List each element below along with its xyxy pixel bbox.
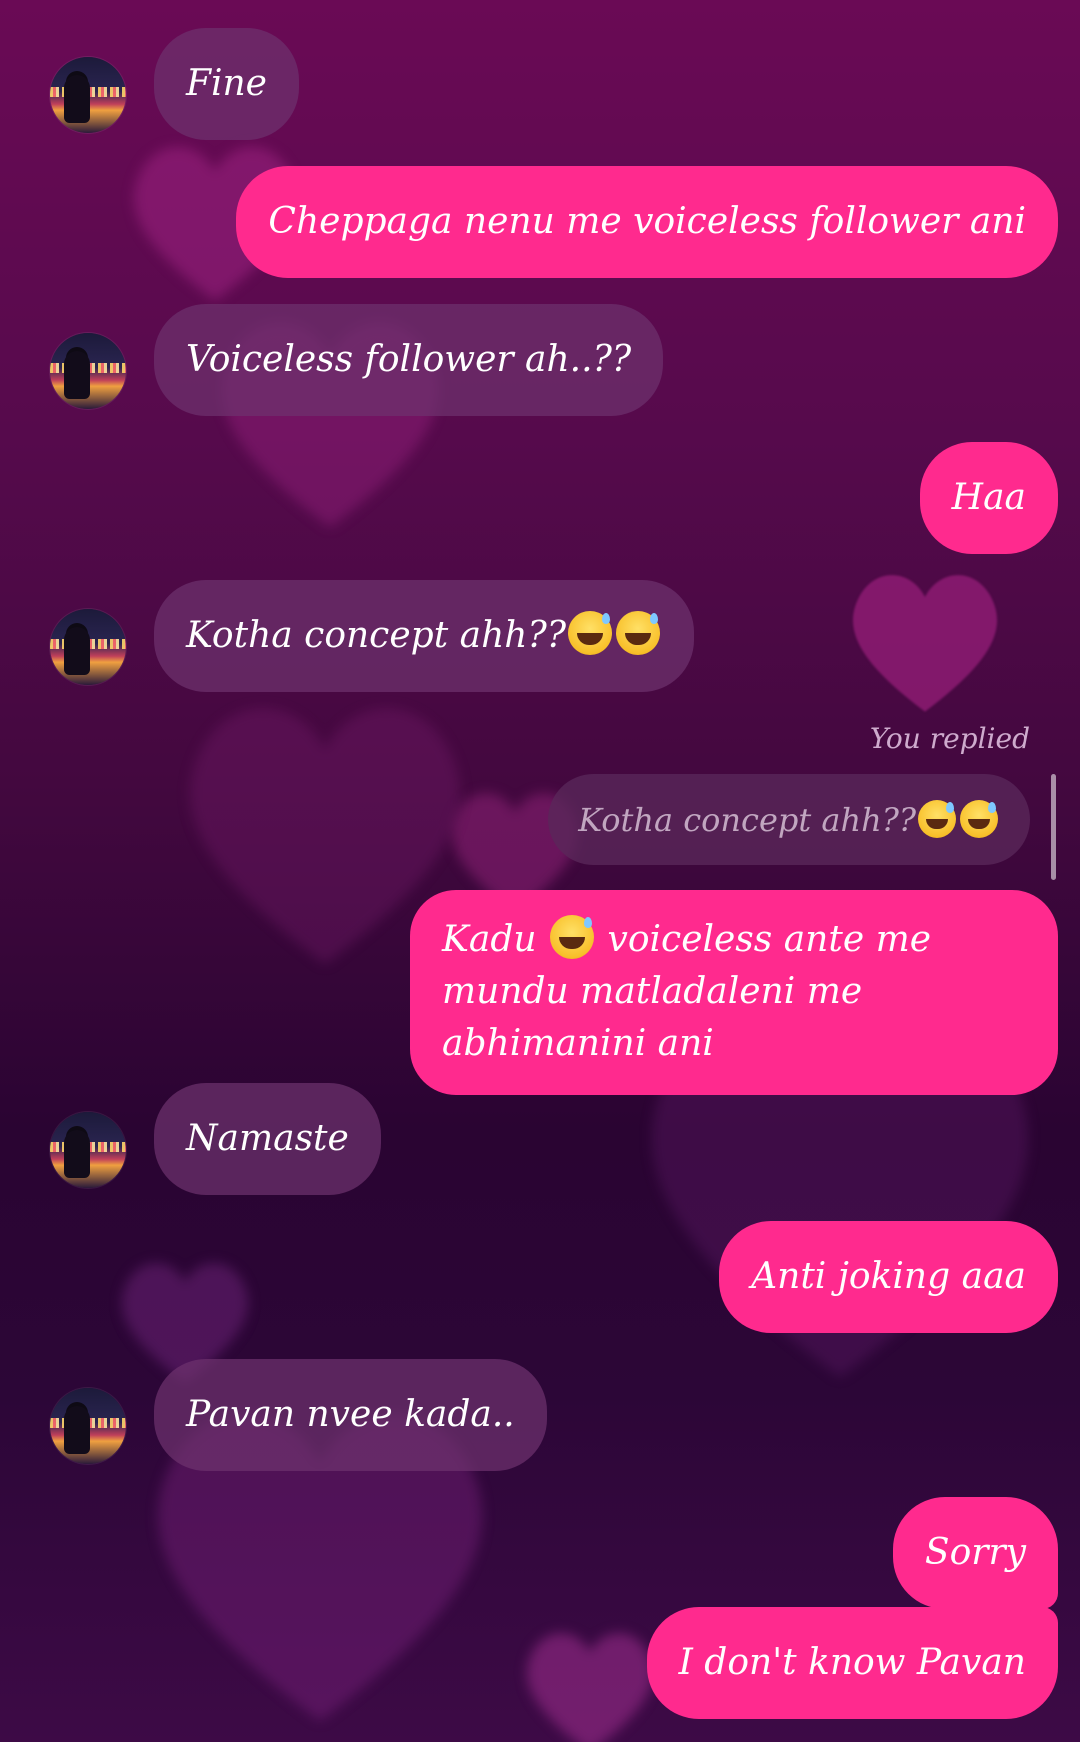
incoming-message[interactable]: Kotha concept ahh?? xyxy=(154,580,695,693)
profile-avatar-icon[interactable] xyxy=(50,1112,126,1188)
profile-avatar-icon[interactable] xyxy=(50,1388,126,1464)
incoming-message[interactable]: Voiceless follower ah..?? xyxy=(154,304,664,417)
incoming-message[interactable]: Fine xyxy=(154,28,299,141)
outgoing-message[interactable]: Kadu voiceless ante me mundu matladaleni… xyxy=(410,890,1058,1095)
outgoing-message[interactable]: Haa xyxy=(919,442,1058,555)
face-with-tears-of-joy-icon xyxy=(550,915,595,959)
incoming-message[interactable]: Namaste xyxy=(154,1083,381,1196)
outgoing-message[interactable]: Sorry xyxy=(892,1497,1058,1610)
outgoing-message[interactable]: Anti joking aaa xyxy=(719,1221,1058,1334)
message-text: Kotha concept ahh?? xyxy=(186,615,567,656)
incoming-message[interactable]: Pavan nvee kada.. xyxy=(154,1359,547,1472)
chat-thread[interactable]: Fine Cheppaga nenu me voiceless follower… xyxy=(0,0,1080,1742)
outgoing-message[interactable]: Cheppaga nenu me voiceless follower ani xyxy=(236,166,1058,279)
reply-indicator-bar xyxy=(1051,774,1056,880)
profile-avatar-icon[interactable] xyxy=(50,333,126,409)
reply-label: You replied xyxy=(869,722,1030,755)
grinning-face-with-sweat-icon xyxy=(568,611,613,655)
quoted-message[interactable]: Kotha concept ahh?? xyxy=(548,774,1030,865)
grinning-face-with-sweat-icon xyxy=(918,800,956,838)
outgoing-message[interactable]: I don't know Pavan xyxy=(646,1607,1058,1720)
profile-avatar-icon[interactable] xyxy=(50,609,126,685)
grinning-face-with-sweat-icon xyxy=(960,800,998,838)
message-text: Kadu xyxy=(442,919,537,960)
profile-avatar-icon[interactable] xyxy=(50,57,126,133)
grinning-face-with-sweat-icon xyxy=(616,611,661,655)
quoted-text: Kotha concept ahh?? xyxy=(578,801,916,839)
